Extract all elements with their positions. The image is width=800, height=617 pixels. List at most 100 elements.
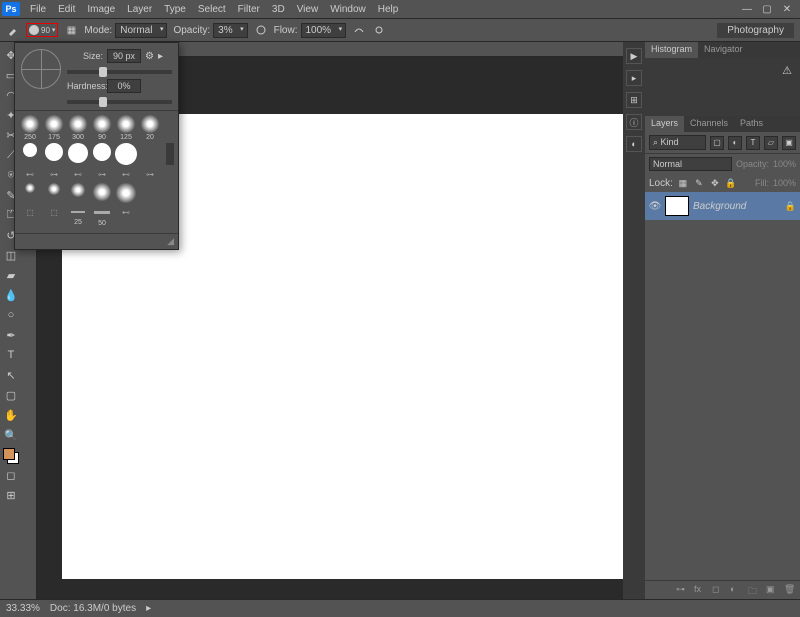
menu-filter[interactable]: Filter	[232, 2, 266, 17]
brush-preset[interactable]: 20	[139, 115, 161, 141]
size-input[interactable]: 90 px	[107, 49, 141, 63]
type-tool[interactable]: T	[2, 346, 20, 364]
trash-icon[interactable]: 🗑	[784, 584, 796, 596]
menu-window[interactable]: Window	[324, 2, 372, 17]
brush-preset[interactable]: ⊶	[91, 167, 113, 181]
flyout-icon[interactable]: ▸	[158, 51, 163, 62]
layer-lock-icon[interactable]: 🔒	[785, 201, 796, 212]
blend-mode-select[interactable]: Normal	[115, 23, 167, 38]
brush-preset[interactable]	[115, 143, 137, 165]
minimize-button[interactable]: —	[740, 3, 754, 15]
lock-transparency-icon[interactable]: ▦	[677, 177, 689, 189]
brush-preset[interactable]	[67, 183, 89, 203]
actions-panel-icon[interactable]: ▸	[626, 70, 642, 86]
menu-image[interactable]: Image	[81, 2, 121, 17]
brush-preset[interactable]: 125	[115, 115, 137, 141]
screen-mode-tool[interactable]: ⊞	[2, 486, 20, 504]
path-tool[interactable]: ↖	[2, 366, 20, 384]
brush-preset[interactable]	[115, 183, 137, 203]
tab-navigator[interactable]: Navigator	[698, 42, 749, 58]
dodge-tool[interactable]: ○	[2, 306, 20, 324]
quick-mask-tool[interactable]: ◻	[2, 466, 20, 484]
menu-3d[interactable]: 3D	[266, 2, 291, 17]
preset-scrollbar[interactable]	[166, 143, 174, 165]
brush-preset[interactable]	[19, 143, 41, 165]
link-layers-icon[interactable]: ⊶	[676, 584, 688, 596]
brush-preset[interactable]: ⊷	[67, 167, 89, 181]
gear-icon[interactable]: ⚙	[145, 51, 154, 62]
warning-icon[interactable]: ⚠	[782, 64, 792, 77]
tab-layers[interactable]: Layers	[645, 116, 684, 132]
brush-preset[interactable]: ⊶	[43, 167, 65, 181]
brush-preset[interactable]	[43, 143, 65, 165]
filter-shape-icon[interactable]: ▱	[764, 136, 778, 150]
layer-opacity-value[interactable]: 100%	[773, 159, 796, 169]
group-icon[interactable]: 🗀	[748, 584, 760, 596]
zoom-level[interactable]: 33.33%	[6, 603, 40, 614]
hardness-slider[interactable]	[67, 100, 172, 104]
brush-preset[interactable]: ⬚	[43, 205, 65, 219]
brush-preset[interactable]: 90	[91, 115, 113, 141]
brush-preset[interactable]: 300	[67, 115, 89, 141]
resize-grip-icon[interactable]: ◢	[167, 236, 174, 246]
brush-preset[interactable]	[19, 183, 41, 203]
brush-preset[interactable]: ⊶	[139, 167, 161, 181]
workspace-switcher[interactable]: Photography	[717, 23, 794, 38]
menu-file[interactable]: File	[24, 2, 52, 17]
tab-channels[interactable]: Channels	[684, 116, 734, 132]
menu-view[interactable]: View	[291, 2, 325, 17]
menu-help[interactable]: Help	[372, 2, 405, 17]
tool-preset-icon[interactable]	[6, 23, 20, 37]
gradient-tool[interactable]: ▰	[2, 266, 20, 284]
brush-panel-toggle-icon[interactable]: ▦	[64, 23, 78, 37]
filter-adjust-icon[interactable]: ◐	[728, 136, 742, 150]
info-panel-icon[interactable]: ⓘ	[626, 114, 642, 130]
brush-preset[interactable]: ⊷	[115, 167, 137, 181]
hand-tool[interactable]: ✋	[2, 406, 20, 424]
close-button[interactable]: ✕	[780, 3, 794, 15]
pen-tool[interactable]: ✒	[2, 326, 20, 344]
layer-thumbnail[interactable]	[665, 196, 689, 216]
color-swatches[interactable]	[3, 448, 19, 464]
shape-tool[interactable]: ▢	[2, 386, 20, 404]
layer-item-background[interactable]: 👁 Background 🔒	[645, 192, 800, 220]
brush-preset[interactable]	[91, 183, 113, 203]
opacity-input[interactable]: 3%	[213, 23, 247, 38]
lock-position-icon[interactable]: ✥	[709, 177, 721, 189]
layer-blend-select[interactable]: Normal	[649, 157, 732, 171]
brush-preset[interactable]: 175	[43, 115, 65, 141]
fg-color-swatch[interactable]	[3, 448, 15, 460]
size-slider[interactable]	[67, 70, 172, 74]
menu-layer[interactable]: Layer	[121, 2, 158, 17]
visibility-toggle-icon[interactable]: 👁	[649, 200, 661, 212]
pressure-size-icon[interactable]	[372, 23, 386, 37]
fx-icon[interactable]: fx	[694, 584, 706, 596]
menu-type[interactable]: Type	[158, 2, 192, 17]
tab-histogram[interactable]: Histogram	[645, 42, 698, 58]
menu-edit[interactable]: Edit	[52, 2, 81, 17]
zoom-tool[interactable]: 🔍	[2, 426, 20, 444]
lock-all-icon[interactable]: 🔒	[725, 177, 737, 189]
blur-tool[interactable]: 💧	[2, 286, 20, 304]
tab-paths[interactable]: Paths	[734, 116, 769, 132]
adjustment-icon[interactable]: ◐	[730, 584, 742, 596]
status-arrow-icon[interactable]: ▸	[146, 603, 151, 614]
pressure-opacity-icon[interactable]	[254, 23, 268, 37]
brush-preset[interactable]: 250	[19, 115, 41, 141]
brush-preset[interactable]	[91, 143, 113, 165]
menu-select[interactable]: Select	[192, 2, 232, 17]
airbrush-icon[interactable]	[352, 23, 366, 37]
brush-preset[interactable]	[67, 143, 89, 165]
brush-preset[interactable]	[43, 183, 65, 203]
mask-icon[interactable]: ◻	[712, 584, 724, 596]
filter-type-icon[interactable]: T	[746, 136, 760, 150]
flow-input[interactable]: 100%	[301, 23, 347, 38]
maximize-button[interactable]: ▢	[760, 3, 774, 15]
layer-name[interactable]: Background	[693, 201, 781, 212]
brush-preset[interactable]: ⊷	[115, 205, 137, 219]
properties-panel-icon[interactable]: ⊞	[626, 92, 642, 108]
brush-preset-picker[interactable]: 90 ▾	[26, 23, 58, 37]
hardness-input[interactable]: 0%	[107, 79, 141, 93]
filter-smart-icon[interactable]: ▣	[782, 136, 796, 150]
brush-preset[interactable]: 50	[91, 205, 113, 227]
